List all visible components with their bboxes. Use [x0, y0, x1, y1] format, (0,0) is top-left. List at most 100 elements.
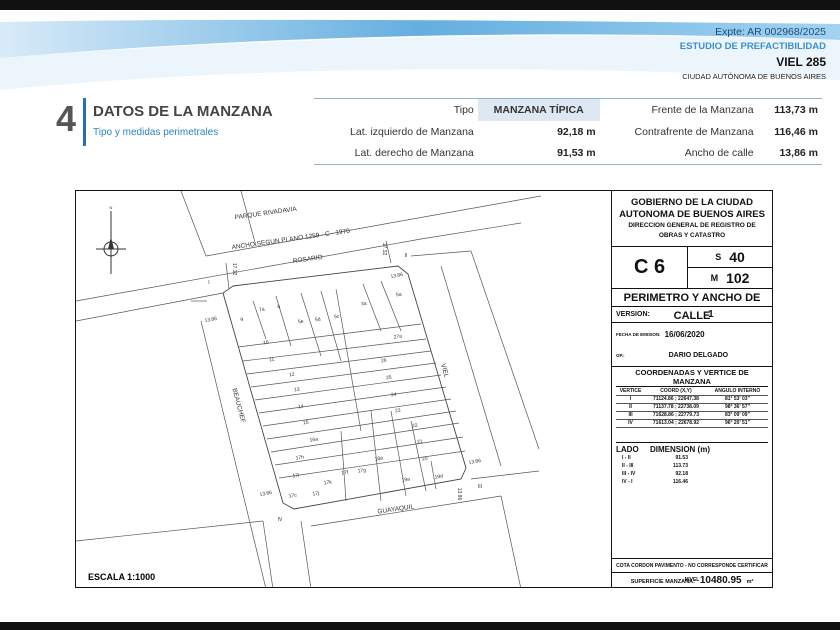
lado-cell: 92.18	[675, 470, 688, 477]
lot-label: 21	[417, 439, 424, 446]
plan-line	[440, 265, 502, 467]
street-label: ANCHO SEGUN PLANO 1259 - C - 1970	[231, 228, 350, 252]
lot-line	[362, 283, 382, 332]
coordenadas: COORDENADAS Y VERTICE DE MANZANA VERTICE…	[612, 367, 772, 559]
coord-table: VERTICE COORD (X,Y) ANGULO INTERNO I 71124.…	[616, 387, 768, 428]
lado-cell: 113.73	[672, 462, 688, 469]
lado-cell: III - IV	[622, 470, 636, 477]
fecha-value: 16/06/2020	[664, 329, 705, 339]
op-value: DARIO DELGADO	[668, 352, 729, 359]
coord-cell: 98° 36' 57"	[706, 403, 768, 412]
lot-line	[258, 386, 447, 414]
lot-label: 5c	[334, 314, 341, 321]
lot-label: 6	[277, 304, 281, 310]
plan-line	[76, 520, 264, 542]
plan-line	[470, 470, 540, 480]
cell-label: Tipo	[453, 103, 474, 116]
cell-label: Lat. derecho de Manzana	[354, 147, 474, 160]
dimension-label: 17.32	[381, 243, 387, 256]
m-label: M	[710, 273, 719, 283]
lot-label: 3a	[361, 301, 368, 308]
cell-value: 13,86 m	[779, 147, 818, 160]
lado-row: III - IV 92.18	[616, 470, 768, 478]
coord-cell: 81° 53' 03"	[706, 395, 768, 404]
lot-label: 23	[395, 408, 402, 415]
col-header: COORD (X,Y)	[645, 387, 707, 396]
dimension-label: 13.86	[468, 458, 482, 466]
dir-line: OBRAS Y CATASTRO	[658, 232, 726, 239]
coord-cell: III	[616, 411, 646, 420]
plan-line	[262, 520, 274, 587]
fecha-row: FECHA DE EMISION: 16/06/2020	[612, 323, 772, 345]
table-row: Lat. izquierdo de Manzana 92,18 m Contrafr…	[314, 121, 822, 143]
lot-label: 25	[386, 375, 393, 382]
coord-cell: I	[616, 395, 646, 404]
north-label: N	[110, 205, 113, 210]
vertex-label: I	[208, 280, 209, 286]
lot-line	[380, 280, 402, 332]
section-divider	[83, 98, 86, 146]
lot-label: 13	[294, 387, 301, 394]
lot-label: 10	[263, 340, 270, 347]
op-label: OP.:	[616, 353, 625, 358]
lado-row: I - II 91.53	[616, 454, 768, 462]
sup-value: 10480.95	[699, 575, 742, 586]
version-label: VERSION:	[616, 311, 650, 318]
lot-label: 17k	[323, 479, 332, 486]
cell-label: Frente de la Manzana	[651, 103, 754, 116]
lado-cell: IV - I	[622, 478, 633, 485]
lot-label: 15	[303, 420, 310, 427]
lot-label: 17i	[292, 473, 299, 480]
lot-label: 9	[240, 317, 244, 323]
dimension-label: 13.86	[259, 490, 273, 498]
lot-line	[262, 398, 452, 427]
top-bar	[0, 0, 840, 10]
lot-line	[270, 422, 460, 453]
dir-line: DIRECCION GENERAL DE REGISTRO DE	[628, 222, 756, 229]
lot-label: 19d	[434, 473, 443, 480]
vertex-label: IV	[278, 517, 283, 523]
lados: LADO DIMENSION (m) I - II 91.53 II - III 113…	[616, 441, 768, 486]
gobierno-header: GOBIERNO DE LA CIUDAD AUTONOMA DE BUENOS…	[612, 191, 772, 247]
escala: ESCALA 1:1000	[88, 572, 156, 582]
manzana: M 102	[688, 268, 772, 288]
lot-label: 5d	[315, 317, 322, 324]
plano-manzana: 9 7a 6 5e 5d 5c 3a 5a 27a 10 11 26 12 25 13 24 14 23 15 22 1…	[75, 190, 773, 588]
dimension-label: 17.32	[231, 263, 237, 276]
lot-label: 19a	[401, 476, 410, 483]
lot-label: 5a	[396, 292, 403, 299]
lot-label: 17j	[312, 491, 319, 498]
table-row: Lat. derecho de Manzana 91,53 m Ancho de c…	[314, 143, 822, 165]
plan-line	[470, 250, 540, 450]
street-label: GUAYAQUIL	[377, 503, 415, 515]
plan-line	[300, 520, 312, 587]
lado-header: LADO	[616, 444, 639, 454]
cell-label: Contrafrente de Manzana	[634, 125, 754, 138]
vertex-label: II	[405, 253, 408, 259]
m-value: 102	[726, 270, 750, 286]
coord-cell: 71613.04 ; 22678.92	[645, 419, 707, 428]
cell-value: 91,53 m	[557, 147, 596, 160]
north-arrow-icon	[108, 237, 114, 249]
street-label: PARQUE RIVADAVIA	[234, 206, 298, 222]
street-label: VIEL	[439, 363, 450, 379]
dimension-label: 13.86	[390, 272, 404, 280]
datos-table: Tipo MANZANA TÍPICA Frente de la Manzana 11…	[314, 98, 822, 165]
lot-label: 16a	[309, 436, 318, 443]
cota-note: COTA CORDON PAVIMENTO - NO CORRESPONDE C…	[612, 559, 772, 583]
lot-label: 24	[391, 392, 398, 399]
cartouche-title: PERIMETRO Y ANCHO DE CALLE	[612, 289, 772, 322]
coord-cell: II	[616, 403, 646, 412]
cell-value: MANZANA TÍPICA	[477, 98, 600, 121]
section-title: DATOS DE LA MANZANA	[93, 103, 273, 120]
coord-cell: 71137.78 ; 22738.09	[645, 403, 707, 412]
lot-label: 27a	[393, 333, 402, 340]
lado-cell: I - II	[622, 454, 631, 461]
lot-line	[250, 362, 437, 388]
nomenclatura: C 6 S 40 M 102	[612, 247, 772, 289]
coord-cell: IV	[616, 419, 646, 428]
dim-header: DIMENSION (m)	[650, 444, 710, 454]
coord-title: COORDENADAS Y VERTICE DE MANZANA	[616, 368, 768, 387]
lot-label: 12	[289, 372, 296, 379]
lot-label: 17g	[357, 467, 366, 474]
